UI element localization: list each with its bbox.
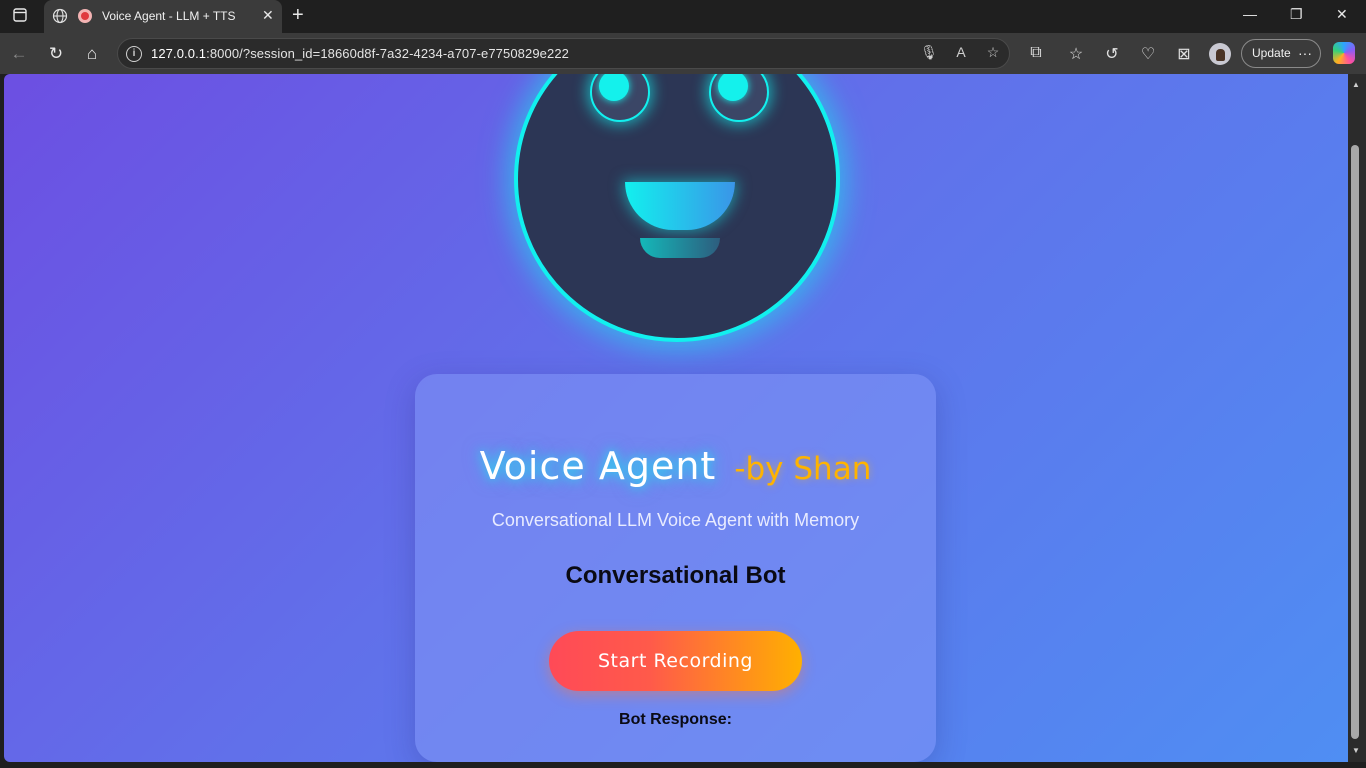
robot-right-eye [709, 74, 769, 122]
section-heading: Conversational Bot [565, 562, 786, 589]
page-title: Voice Agent -by Shan [415, 444, 936, 488]
microphone-icon[interactable]: 🎙 [920, 44, 938, 61]
page-subtitle: Conversational LLM Voice Agent with Memo… [491, 510, 860, 530]
robot-mouth [625, 182, 735, 230]
url-text: 127.0.0.1:8000/?session_id=18660d8f-7a32… [151, 46, 569, 61]
history-icon[interactable]: ↺ [1102, 44, 1122, 64]
tab-close-icon[interactable]: ✕ [262, 7, 274, 24]
minimize-button[interactable]: — [1243, 6, 1257, 22]
right-pupil [718, 74, 748, 101]
favorite-add-icon[interactable]: ☆ [984, 44, 1002, 61]
robot-face [514, 74, 840, 342]
update-label: Update [1252, 46, 1291, 60]
close-window-button[interactable]: ✕ [1336, 6, 1348, 23]
robot-tongue [640, 238, 720, 258]
start-recording-button[interactable]: Start Recording [549, 631, 802, 691]
profile-avatar[interactable] [1209, 43, 1231, 65]
scrollbar-thumb[interactable] [1351, 145, 1359, 739]
tab-actions-icon[interactable] [11, 8, 29, 26]
browser-toolbar: ← ↻ ⌂ i 127.0.0.1:8000/?session_id=18660… [0, 33, 1366, 74]
title-author: -by Shan [734, 451, 872, 487]
globe-icon [52, 8, 68, 24]
restore-button[interactable]: ❐ [1290, 6, 1303, 23]
update-button[interactable]: Update ··· [1241, 39, 1321, 68]
tab-title: Voice Agent - LLM + TTS [102, 9, 236, 23]
favorites-icon[interactable]: ☆ [1066, 44, 1086, 64]
active-tab[interactable]: Voice Agent - LLM + TTS ✕ [44, 0, 282, 33]
info-icon[interactable]: i [126, 46, 142, 62]
scroll-up-icon[interactable]: ▲ [1352, 80, 1360, 89]
read-aloud-icon[interactable]: A [952, 44, 970, 60]
title-main: Voice Agent [479, 444, 717, 488]
screenshot-icon[interactable]: ⊠ [1174, 44, 1194, 64]
recording-icon [78, 9, 92, 23]
agent-card: Voice Agent -by Shan Conversational LLM V… [415, 374, 936, 762]
home-icon[interactable]: ⌂ [81, 43, 103, 65]
left-pupil [599, 74, 629, 101]
extensions-icon[interactable]: ⧉ [1026, 44, 1046, 62]
page-viewport: Voice Agent -by Shan Conversational LLM V… [4, 74, 1348, 762]
performance-icon[interactable]: ♡ [1138, 44, 1158, 64]
more-icon: ··· [1298, 45, 1312, 61]
address-bar[interactable]: i 127.0.0.1:8000/?session_id=18660d8f-7a… [117, 38, 1010, 69]
back-icon[interactable]: ← [8, 43, 30, 65]
refresh-icon[interactable]: ↻ [45, 43, 67, 65]
scroll-down-icon[interactable]: ▼ [1352, 746, 1360, 755]
copilot-icon[interactable] [1333, 42, 1355, 64]
robot-left-eye [590, 74, 650, 122]
tab-bar: Voice Agent - LLM + TTS ✕ + — ❐ ✕ [0, 0, 1366, 33]
new-tab-button[interactable]: + [292, 4, 304, 27]
bot-response-label: Bot Response: [619, 711, 732, 728]
